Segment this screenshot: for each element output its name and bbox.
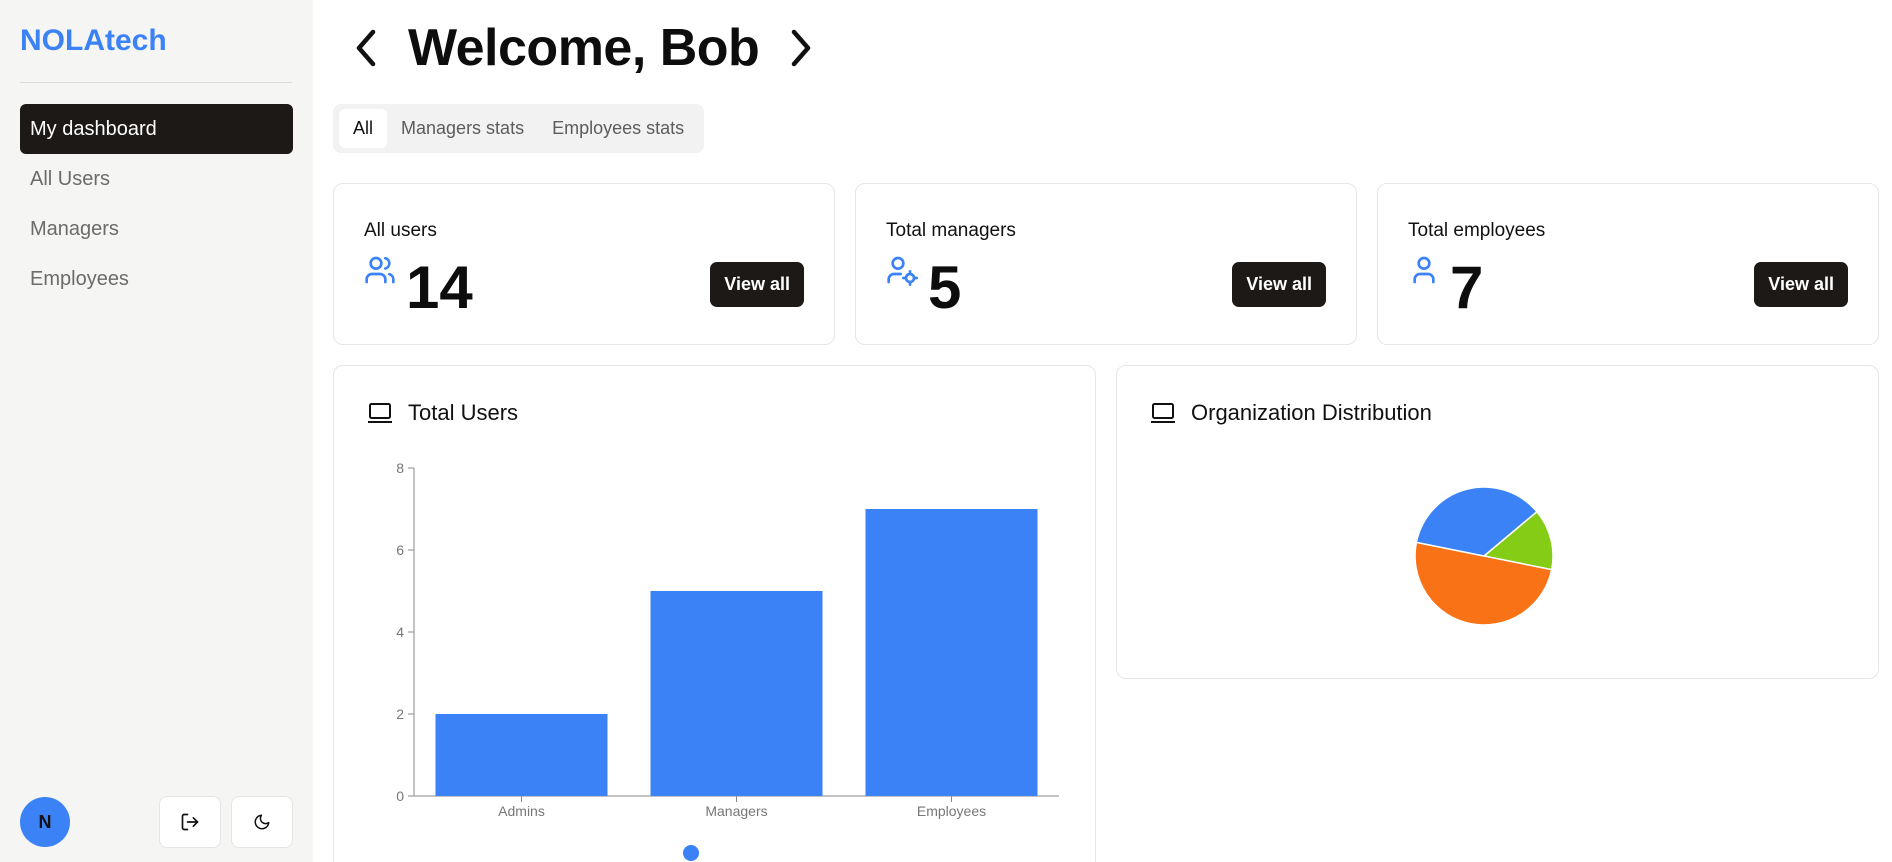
- stat-label: All users: [364, 220, 437, 241]
- stat-value: 5: [928, 254, 962, 321]
- page-header: Welcome, Bob: [346, 16, 821, 80]
- chevron-right-icon: [792, 29, 811, 67]
- organization-distribution-title: Organization Distribution: [1191, 400, 1432, 425]
- theme-toggle-button[interactable]: [231, 796, 293, 848]
- previous-button[interactable]: [346, 22, 386, 74]
- sidebar-nav: My dashboard All Users Managers Employee…: [20, 104, 293, 304]
- stat-card-total-employees: Total employees 7 View all: [1377, 183, 1879, 345]
- bar-managers: [650, 591, 823, 796]
- total-users-panel: 0 2 4 6 8 Admins Managers Employees Total Users: [333, 365, 1096, 862]
- total-users-title: Total Users: [408, 400, 519, 425]
- brand-logo[interactable]: NOLAtech: [20, 24, 167, 58]
- tab-employees-stats[interactable]: Employees stats: [538, 109, 698, 148]
- legend-marker: [683, 845, 699, 861]
- laptop-icon: [368, 403, 392, 423]
- chevron-left-icon: [356, 29, 376, 67]
- x-tick-label: Admins: [498, 803, 545, 819]
- sidebar: NOLAtech My dashboard All Users Managers…: [0, 0, 313, 862]
- x-tick-label: Managers: [705, 803, 767, 819]
- stat-value: 14: [406, 254, 473, 321]
- y-tick-label: 8: [396, 460, 404, 476]
- panel-title: Organization Distribution: [1149, 400, 1432, 426]
- bar-admins: [435, 714, 608, 796]
- bar-employees: [865, 509, 1038, 796]
- organization-distribution-panel: Organization Distribution: [1116, 365, 1879, 679]
- x-tick-label: Employees: [917, 803, 986, 819]
- stats-tabs: All Managers stats Employees stats: [333, 104, 705, 153]
- sidebar-item-managers[interactable]: Managers: [20, 204, 293, 254]
- next-button[interactable]: [781, 22, 821, 74]
- view-all-managers-button[interactable]: View all: [1232, 262, 1326, 307]
- y-tick-label: 0: [396, 788, 404, 804]
- divider: [20, 82, 292, 83]
- y-tick-label: 2: [396, 706, 404, 722]
- tab-all[interactable]: All: [339, 109, 388, 148]
- view-all-users-button[interactable]: View all: [710, 262, 804, 307]
- tab-managers-stats[interactable]: Managers stats: [387, 109, 538, 148]
- users-icon: [365, 256, 395, 284]
- sidebar-item-all-users[interactable]: All Users: [20, 154, 293, 204]
- user-icon: [1413, 256, 1435, 284]
- stat-value: 7: [1450, 254, 1484, 321]
- sidebar-item-employees[interactable]: Employees: [20, 254, 293, 304]
- user-cog-icon: [887, 256, 918, 286]
- panel-title: Total Users: [366, 400, 518, 426]
- avatar[interactable]: N: [20, 797, 70, 847]
- logout-button[interactable]: [159, 796, 221, 848]
- stat-label: Total employees: [1408, 220, 1546, 241]
- moon-icon: [254, 814, 270, 830]
- stat-label: Total managers: [886, 220, 1016, 241]
- y-tick-label: 6: [396, 542, 404, 558]
- logout-icon: [181, 813, 199, 831]
- sidebar-item-my-dashboard[interactable]: My dashboard: [20, 104, 293, 154]
- view-all-employees-button[interactable]: View all: [1754, 262, 1848, 307]
- laptop-icon: [1151, 403, 1175, 423]
- stat-card-all-users: All users 14 View all: [333, 183, 835, 345]
- page-title: Welcome, Bob: [408, 19, 760, 77]
- total-users-bar-chart: 0 2 4 6 8 Admins Managers Employees: [396, 460, 1059, 861]
- stat-card-total-managers: Total managers 5 View all: [855, 183, 1357, 345]
- y-tick-label: 4: [396, 624, 404, 640]
